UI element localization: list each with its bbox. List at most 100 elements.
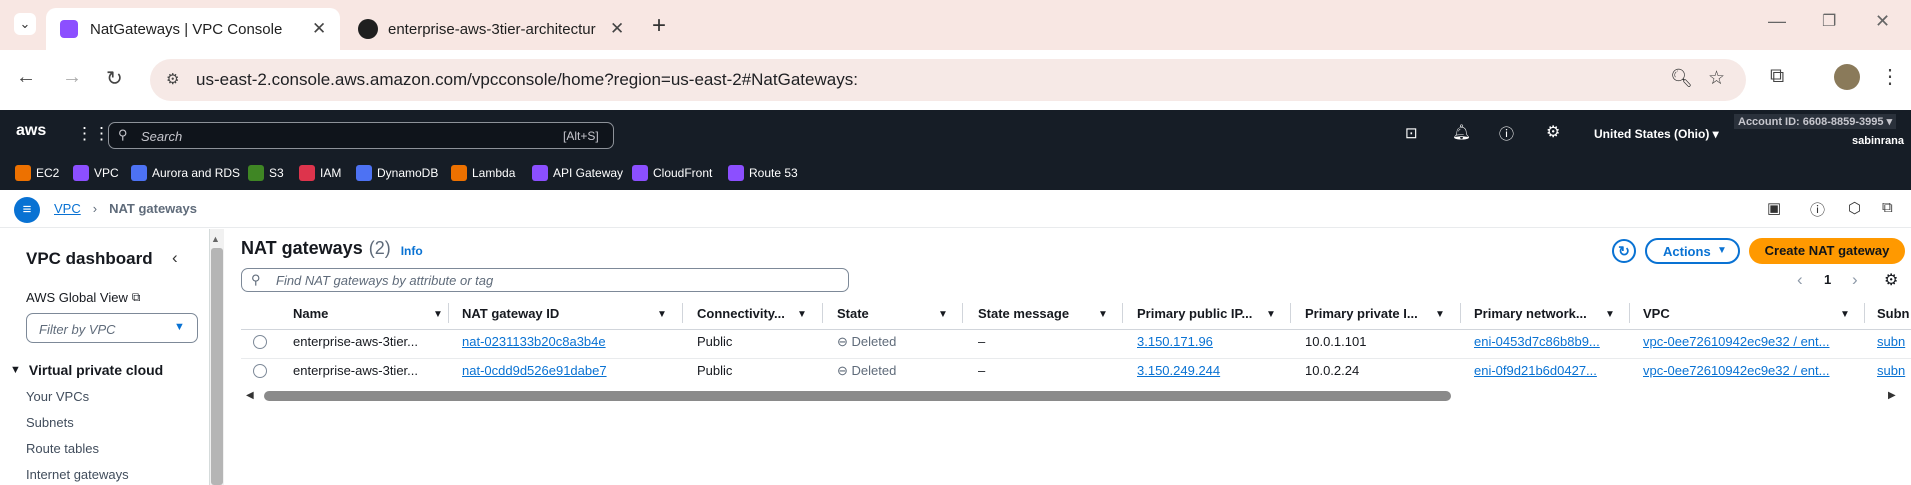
cell-subnet-link[interactable]: subn — [1877, 363, 1905, 378]
profile-avatar[interactable] — [1834, 64, 1860, 90]
sort-icon[interactable]: ▼ — [1435, 309, 1445, 320]
info-panel-icon[interactable]: ⓘ — [1810, 199, 1825, 220]
back-icon[interactable]: ← — [16, 66, 36, 89]
feedback-icon[interactable]: ⧉ — [1882, 199, 1893, 216]
actions-button[interactable]: Actions ▼ — [1645, 238, 1740, 264]
prev-page-icon[interactable]: ‹ — [1797, 270, 1803, 290]
help-icon[interactable]: ⓘ — [1499, 123, 1514, 144]
sidebar-scroll-thumb[interactable] — [211, 248, 223, 485]
fav-cloudfront[interactable]: CloudFront — [632, 165, 712, 181]
col-header-state[interactable]: State — [837, 306, 869, 321]
collapse-sidebar-icon[interactable]: ‹ — [172, 248, 178, 268]
sort-icon[interactable]: ▼ — [797, 309, 807, 320]
cell-vpc-link[interactable]: vpc-0ee72610942ec9e32 / ent... — [1643, 363, 1829, 378]
col-header-connectivity[interactable]: Connectivity... — [697, 306, 785, 321]
sort-icon[interactable]: ▼ — [1266, 309, 1276, 320]
scroll-right-icon[interactable]: ▶ — [1888, 390, 1896, 401]
hexagon-icon[interactable]: ⬡ — [1848, 199, 1861, 217]
cell-nat-id-link[interactable]: nat-0231133b20c8a3b4e — [462, 334, 606, 349]
fav-api-gateway[interactable]: API Gateway — [532, 165, 623, 181]
aws-logo[interactable]: aws — [16, 122, 46, 140]
table-horizontal-scrollbar[interactable] — [264, 391, 1451, 401]
sidebar-item-route-tables[interactable]: Route tables — [26, 441, 99, 456]
create-nat-gateway-button[interactable]: Create NAT gateway — [1749, 238, 1905, 264]
breadcrumb-vpc-link[interactable]: VPC — [54, 201, 81, 216]
sidebar-item-your-vpcs[interactable]: Your VPCs — [26, 389, 89, 404]
col-header-network-interface[interactable]: Primary network... — [1474, 306, 1587, 321]
zoom-icon[interactable]: 🔍︎ — [1670, 68, 1693, 89]
page-number[interactable]: 1 — [1824, 272, 1831, 287]
cell-eni-link[interactable]: eni-0453d7c86b8b9... — [1474, 334, 1600, 349]
site-info-icon[interactable]: ⚙ — [166, 70, 179, 88]
extensions-icon[interactable]: ⧉ — [1770, 65, 1784, 88]
table-settings-icon[interactable]: ⚙ — [1884, 270, 1898, 290]
close-window-icon[interactable]: ✕ — [1875, 11, 1890, 32]
restore-icon[interactable]: ❐ — [1822, 11, 1836, 31]
cell-public-ip-link[interactable]: 3.150.249.244 — [1137, 363, 1220, 378]
account-selector[interactable]: Account ID: 6608-8859-3995 ▾ — [1734, 114, 1897, 129]
cell-vpc-link[interactable]: vpc-0ee72610942ec9e32 / ent... — [1643, 334, 1829, 349]
user-name[interactable]: sabinrana — [1852, 135, 1904, 147]
sort-icon[interactable]: ▼ — [1098, 309, 1108, 320]
sort-icon[interactable]: ▼ — [657, 309, 667, 320]
col-header-public-ip[interactable]: Primary public IP... — [1137, 306, 1252, 321]
sort-icon[interactable]: ▼ — [433, 309, 443, 320]
cell-subnet-link[interactable]: subn — [1877, 334, 1905, 349]
fav-dynamodb[interactable]: DynamoDB — [356, 165, 438, 181]
col-header-nat-gateway-id[interactable]: NAT gateway ID — [462, 306, 559, 321]
col-header-name[interactable]: Name — [293, 306, 328, 321]
sidebar-item-internet-gateways[interactable]: Internet gateways — [26, 467, 129, 482]
fav-aurora[interactable]: Aurora and RDS — [131, 165, 240, 181]
close-tab-icon[interactable]: ✕ — [312, 19, 326, 39]
fav-lambda[interactable]: Lambda — [451, 165, 515, 181]
panel-icon[interactable]: ▣ — [1767, 199, 1781, 217]
search-input[interactable]: ⚲ Search [Alt+S] — [108, 122, 614, 149]
col-header-private-ip[interactable]: Primary private I... — [1305, 306, 1418, 321]
col-header-state-message[interactable]: State message — [978, 306, 1069, 321]
new-tab-icon[interactable]: + — [652, 12, 666, 40]
sort-icon[interactable]: ▼ — [1840, 309, 1850, 320]
section-virtual-private-cloud[interactable]: ▼ Virtual private cloud — [10, 362, 163, 378]
reload-icon[interactable]: ↻ — [106, 66, 123, 91]
close-tab-icon[interactable]: ✕ — [610, 19, 624, 39]
fav-iam[interactable]: IAM — [299, 165, 341, 181]
next-page-icon[interactable]: › — [1852, 270, 1858, 290]
sort-icon[interactable]: ▼ — [938, 309, 948, 320]
fav-ec2[interactable]: EC2 — [15, 165, 59, 181]
forward-icon[interactable]: → — [62, 66, 82, 89]
hamburger-menu-icon[interactable]: ≡ — [14, 197, 40, 223]
omnibox[interactable]: ⚙ us-east-2.console.aws.amazon.com/vpcco… — [150, 59, 1746, 101]
sidebar-item-subnets[interactable]: Subnets — [26, 415, 74, 430]
cell-nat-id-link[interactable]: nat-0cdd9d526e91dabe7 — [462, 363, 607, 378]
region-selector[interactable]: United States (Ohio) ▾ — [1594, 127, 1719, 141]
row-select-radio[interactable] — [253, 364, 267, 378]
tab-github[interactable]: enterprise-aws-3tier-architectur ✕ — [352, 8, 634, 50]
bookmark-star-icon[interactable]: ☆ — [1708, 67, 1725, 90]
tab-natgateways[interactable]: NatGateways | VPC Console ✕ — [46, 8, 340, 50]
fav-s3[interactable]: S3 — [248, 165, 284, 181]
sidebar-title[interactable]: VPC dashboard — [26, 249, 153, 269]
fav-vpc[interactable]: VPC — [73, 165, 119, 181]
tab-list-chevron-icon[interactable]: ⌄ — [14, 13, 36, 35]
fav-route53[interactable]: Route 53 — [728, 165, 798, 181]
row-select-radio[interactable] — [253, 335, 267, 349]
col-header-vpc[interactable]: VPC — [1643, 306, 1670, 321]
notifications-icon[interactable]: 🔔︎ — [1452, 123, 1471, 141]
info-link[interactable]: Info — [401, 244, 423, 258]
scroll-up-icon[interactable]: ▲ — [211, 234, 220, 244]
scroll-left-icon[interactable]: ◀ — [246, 390, 254, 401]
vpc-filter-select[interactable]: Filter by VPC ▼ — [26, 313, 198, 343]
minimize-icon[interactable]: — — [1768, 11, 1786, 32]
settings-icon[interactable]: ⚙ — [1546, 122, 1560, 142]
route53-icon — [728, 165, 744, 181]
global-view-link[interactable]: AWS Global View ⧉ — [26, 290, 140, 305]
col-header-subnet[interactable]: Subn — [1877, 306, 1910, 321]
table-search-input[interactable]: ⚲ Find NAT gateways by attribute or tag — [241, 268, 849, 292]
url-text[interactable]: us-east-2.console.aws.amazon.com/vpccons… — [196, 70, 858, 90]
menu-kebab-icon[interactable]: ⋮ — [1880, 64, 1900, 89]
sort-icon[interactable]: ▼ — [1605, 309, 1615, 320]
cloudshell-icon[interactable]: ⊡ — [1405, 124, 1418, 142]
cell-eni-link[interactable]: eni-0f9d21b6d0427... — [1474, 363, 1597, 378]
refresh-icon[interactable]: ↻ — [1612, 239, 1636, 263]
cell-public-ip-link[interactable]: 3.150.171.96 — [1137, 334, 1213, 349]
